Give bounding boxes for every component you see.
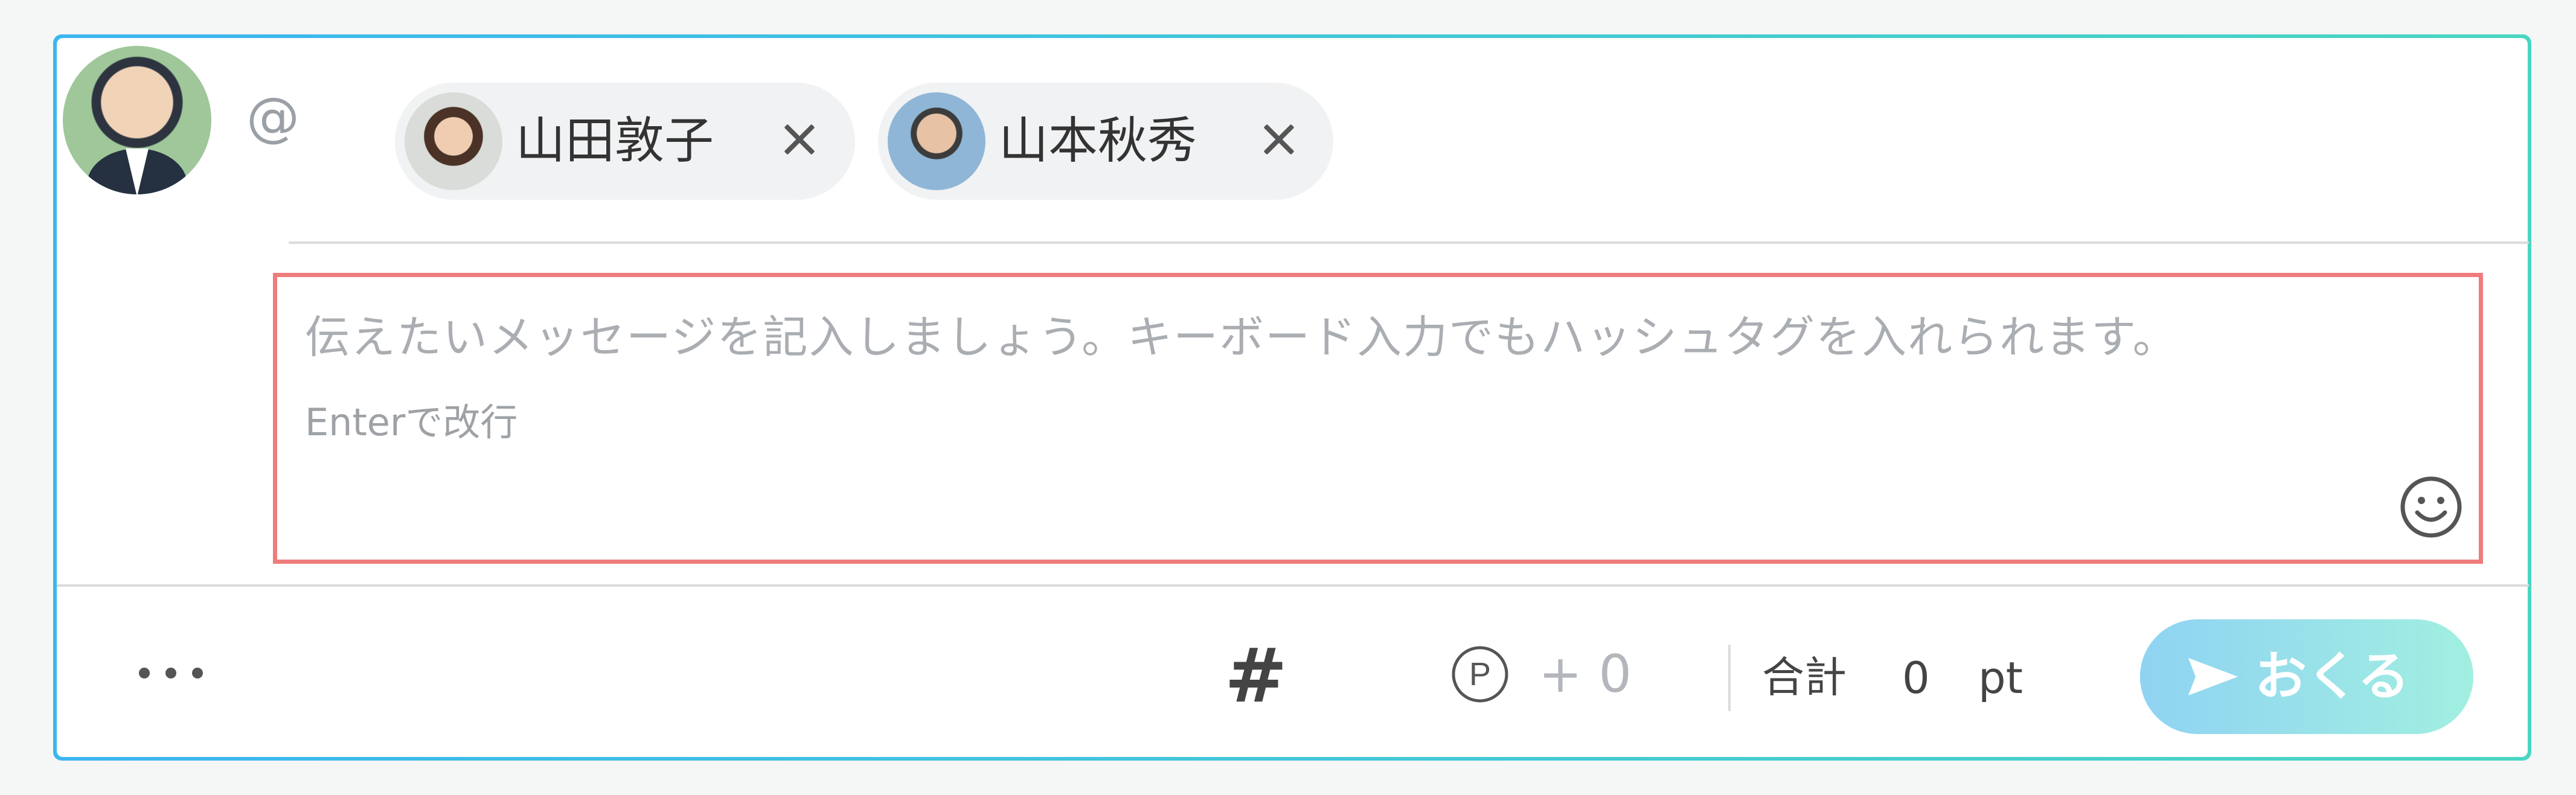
- points-add[interactable]: + 0: [1539, 643, 1632, 706]
- remove-recipient-close-icon[interactable]: [769, 109, 830, 170]
- message-input[interactable]: 伝えたいメッセージを記入しましょう。キーボード入力でもハッシュタグを入れられます…: [273, 273, 2483, 564]
- recipient-avatar: [888, 92, 985, 190]
- smiley-icon[interactable]: [2399, 475, 2463, 539]
- more-icon[interactable]: [139, 668, 205, 680]
- send-icon: [2188, 658, 2238, 695]
- total-label: 合計: [1762, 653, 1847, 702]
- points-symbol: P: [1469, 656, 1491, 692]
- toolbar-divider: [57, 584, 2529, 587]
- recipient-chip: 山本秋秀: [878, 83, 1333, 200]
- points-icon[interactable]: P: [1450, 645, 1510, 704]
- sender-avatar: [63, 46, 211, 194]
- recipient-chip: 山田敦子: [395, 83, 855, 200]
- recipient-name: 山本秋秀: [999, 112, 1197, 170]
- hashtag-icon[interactable]: #: [1225, 639, 1287, 714]
- message-placeholder: 伝えたいメッセージを記入しましょう。キーボード入力でもハッシュタグを入れられます…: [305, 311, 2179, 363]
- total-unit: pt: [1978, 653, 2023, 703]
- total-value: 0: [1902, 653, 1930, 703]
- recipient-name: 山田敦子: [516, 112, 714, 170]
- more-dot: [192, 668, 203, 678]
- more-dot: [165, 668, 176, 678]
- newline-hint: Enterで改行: [305, 400, 518, 444]
- send-label: おくる: [2255, 648, 2410, 706]
- send-button[interactable]: おくる: [2140, 619, 2473, 734]
- recipients-divider: [289, 241, 2529, 244]
- remove-recipient-close-icon[interactable]: [1249, 109, 1309, 170]
- mention-at-icon[interactable]: @: [246, 91, 300, 144]
- toolbar-separator: [1728, 645, 1731, 711]
- more-dot: [139, 668, 150, 678]
- recipient-avatar: [405, 92, 502, 190]
